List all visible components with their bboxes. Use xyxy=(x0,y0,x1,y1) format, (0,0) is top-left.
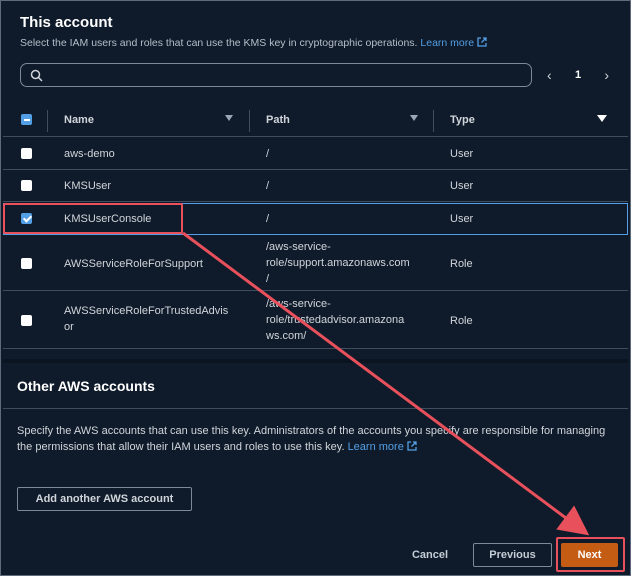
row-name: KMSUser xyxy=(64,180,112,192)
section-separator xyxy=(3,359,628,363)
other-accounts-title: Other AWS accounts xyxy=(17,378,155,394)
chevron-right-icon[interactable]: › xyxy=(604,65,609,85)
annotation-highlight-next xyxy=(556,537,625,572)
row-type: User xyxy=(450,180,474,192)
column-header-name[interactable]: Name xyxy=(64,114,94,126)
row-path: /aws-service- role/support.amazonaws.com… xyxy=(266,239,410,287)
other-accounts-description-text: Specify the AWS accounts that can use th… xyxy=(17,425,606,453)
row-type: Role xyxy=(450,258,473,270)
table-row[interactable]: aws-demo / User xyxy=(3,138,628,170)
column-divider xyxy=(249,110,250,132)
other-learn-more-label: Learn more xyxy=(347,441,404,453)
other-learn-more-link[interactable]: Learn more xyxy=(348,441,417,453)
select-all-checkbox[interactable] xyxy=(21,114,32,125)
section-description: Select the IAM users and roles that can … xyxy=(20,37,487,49)
page-number[interactable]: 1 xyxy=(575,69,581,81)
row-checkbox[interactable] xyxy=(21,315,32,326)
row-path: / xyxy=(266,213,270,225)
external-link-icon xyxy=(477,37,487,47)
divider xyxy=(3,408,628,409)
row-path: /aws-service- role/trustedadvisor.amazon… xyxy=(266,296,404,344)
row-path: / xyxy=(266,180,270,192)
add-aws-account-button[interactable]: Add another AWS account xyxy=(17,487,192,511)
row-path-line: /aws-service- xyxy=(266,298,331,310)
row-name: AWSServiceRoleForTrustedAdvis or xyxy=(64,303,228,335)
row-checkbox[interactable] xyxy=(21,258,32,269)
sort-name-icon[interactable] xyxy=(225,115,233,121)
row-path-line: role/trustedadvisor.amazona xyxy=(266,314,405,326)
row-name-line: or xyxy=(64,321,74,333)
row-name: AWSServiceRoleForSupport xyxy=(64,258,203,270)
row-path-line: / xyxy=(266,273,270,285)
row-type: User xyxy=(450,148,474,160)
row-name-line: AWSServiceRoleForTrustedAdvis xyxy=(64,305,229,317)
row-path-line: role/support.amazonaws.com xyxy=(266,257,410,269)
table-header: Name Path Type xyxy=(3,104,628,137)
sort-path-icon[interactable] xyxy=(410,115,418,121)
table-row[interactable]: AWSServiceRoleForTrustedAdvis or /aws-se… xyxy=(3,291,628,349)
other-accounts-description: Specify the AWS accounts that can use th… xyxy=(17,423,607,455)
previous-button[interactable]: Previous xyxy=(473,543,552,567)
table-row[interactable]: KMSUser / User xyxy=(3,170,628,202)
column-divider xyxy=(433,110,434,132)
row-path-line: ws.com/ xyxy=(266,330,307,342)
external-link-icon xyxy=(407,441,417,451)
cancel-button[interactable]: Cancel xyxy=(400,543,460,567)
section-title: This account xyxy=(20,14,113,31)
row-name: aws-demo xyxy=(64,148,115,160)
search-icon xyxy=(30,69,43,82)
annotation-highlight-row xyxy=(3,203,183,234)
row-type: Role xyxy=(450,315,473,327)
row-checkbox[interactable] xyxy=(21,180,32,191)
row-path: / xyxy=(266,148,270,160)
search-input[interactable] xyxy=(20,63,532,87)
column-header-type[interactable]: Type xyxy=(450,114,475,126)
chevron-left-icon[interactable]: ‹ xyxy=(547,65,552,85)
pagination: ‹ 1 › xyxy=(547,65,609,85)
section-description-text: Select the IAM users and roles that can … xyxy=(20,37,418,49)
row-checkbox[interactable] xyxy=(21,148,32,159)
learn-more-link[interactable]: Learn more xyxy=(420,37,487,49)
row-type: User xyxy=(450,213,474,225)
sort-type-icon[interactable] xyxy=(597,115,607,122)
table-row[interactable]: AWSServiceRoleForSupport /aws-service- r… xyxy=(3,235,628,291)
column-header-path[interactable]: Path xyxy=(266,114,290,126)
column-divider xyxy=(47,110,48,132)
learn-more-label: Learn more xyxy=(420,37,475,49)
row-path-line: /aws-service- xyxy=(266,241,331,253)
